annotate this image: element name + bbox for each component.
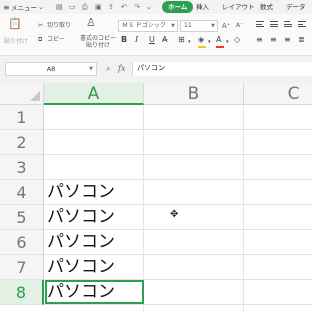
align-right-icon[interactable]: ≡: [284, 35, 291, 45]
fx-icon[interactable]: fx: [118, 63, 125, 75]
row-header-5[interactable]: 5: [0, 205, 44, 230]
fill-color-swatch: [198, 46, 206, 48]
cell-a5[interactable]: パソコン: [45, 205, 144, 229]
cell-a2[interactable]: [45, 130, 144, 154]
chevron-down-icon[interactable]: ▾: [188, 37, 191, 47]
save-icon[interactable]: ▤: [56, 3, 63, 11]
scissors-icon[interactable]: ✂: [38, 22, 43, 30]
copy-icon[interactable]: ⧉: [38, 36, 42, 44]
menu-bar: ≡ メニュー ⌄ ▤ ▭ ⎙ ▣ ⇪ ↶ ↷ ⌄ ホーム 挿入 レイアウト 数式…: [0, 0, 312, 14]
align-bottom-icon[interactable]: [284, 21, 292, 29]
align-left-icon[interactable]: ≡: [256, 35, 263, 45]
gridline: [44, 304, 312, 305]
row-header-7[interactable]: 7: [0, 255, 44, 280]
cell-a4[interactable]: パソコン: [45, 180, 144, 204]
hamburger-icon[interactable]: ≡: [3, 3, 10, 12]
format-painter-button[interactable]: 書式のコピー 貼り付け: [80, 35, 116, 49]
font-name-select[interactable]: ＭＳ Ｐゴシック ▼: [118, 20, 178, 32]
row-header-1[interactable]: 1: [0, 105, 44, 130]
row-header-3[interactable]: 3: [0, 155, 44, 180]
font-color-swatch: [216, 46, 224, 48]
chevron-down-icon[interactable]: ▾: [208, 37, 211, 47]
row-header-2[interactable]: 2: [0, 130, 44, 155]
justify-icon[interactable]: ≣: [298, 35, 305, 45]
cell-a1[interactable]: [45, 105, 144, 129]
cell-a3[interactable]: [45, 155, 144, 179]
chevron-down-icon[interactable]: ⌄: [146, 3, 152, 11]
chevron-down-icon: ▼: [211, 23, 215, 29]
ribbon-toolbar: 📋 貼り付け ✂ 切り取り ⧉ コピー ♙ 書式のコピー 貼り付け ＭＳ Ｐゴシ…: [0, 14, 312, 56]
cell-a7[interactable]: パソコン: [45, 255, 144, 279]
font-grow-button[interactable]: A⁺: [222, 22, 230, 30]
row-header-4[interactable]: 4: [0, 180, 44, 205]
select-all-corner[interactable]: [0, 83, 44, 105]
fill-color-icon[interactable]: ◈: [198, 35, 204, 45]
align-center-icon[interactable]: ≡: [270, 35, 277, 45]
font-size-select[interactable]: 11 ▼: [180, 20, 218, 32]
italic-button[interactable]: I: [135, 35, 138, 45]
menu-button[interactable]: メニュー: [11, 2, 37, 12]
tab-home[interactable]: ホーム: [162, 1, 194, 13]
bold-button[interactable]: B: [121, 35, 127, 45]
tab-data[interactable]: データ: [286, 1, 306, 13]
align-middle-icon[interactable]: [270, 21, 278, 29]
mouse-cursor-icon: ✥: [170, 209, 179, 220]
gridline: [243, 105, 244, 312]
name-box[interactable]: A8 ▼: [5, 62, 97, 76]
paste-button[interactable]: 貼り付け: [4, 38, 28, 46]
print-icon[interactable]: ⎙: [82, 3, 88, 11]
tab-layout[interactable]: レイアウト: [222, 1, 255, 13]
cell-a8-active[interactable]: パソコン: [45, 280, 144, 304]
formula-input[interactable]: パソコン: [132, 62, 312, 76]
row-header-8[interactable]: 8: [0, 280, 44, 305]
chevron-down-icon: ▼: [171, 23, 175, 29]
column-header-c[interactable]: C: [244, 83, 312, 105]
export-icon[interactable]: ⇪: [108, 3, 114, 11]
spreadsheet-grid: A B C 1 2 3 4 5 6 7 8 パソコン パソコン パソコン パソコ…: [0, 83, 312, 312]
chevron-down-icon[interactable]: ▾: [226, 37, 229, 47]
copy-button[interactable]: コピー: [47, 36, 65, 44]
align-top-icon[interactable]: [256, 21, 264, 29]
column-header-b[interactable]: B: [144, 83, 244, 105]
chevron-down-icon[interactable]: ⌄: [38, 3, 44, 11]
redo-icon[interactable]: ↷: [134, 3, 140, 11]
wrap-text-icon[interactable]: [298, 21, 306, 29]
print-preview-icon[interactable]: ▣: [95, 3, 102, 11]
chevron-down-icon[interactable]: ▼: [89, 63, 93, 75]
strikethrough-button[interactable]: A̶: [162, 35, 167, 45]
tab-formulas[interactable]: 数式: [260, 1, 273, 13]
borders-icon[interactable]: ⊞: [178, 35, 185, 45]
column-header-a[interactable]: A: [44, 83, 144, 105]
font-color-icon[interactable]: A: [216, 35, 221, 45]
paste-icon[interactable]: 📋: [8, 18, 22, 30]
undo-icon[interactable]: ↶: [121, 3, 127, 11]
open-folder-icon[interactable]: ▭: [69, 3, 76, 11]
tab-insert[interactable]: 挿入: [196, 1, 209, 13]
clear-format-icon[interactable]: ◇: [234, 35, 240, 45]
cut-button[interactable]: 切り取り: [47, 22, 71, 30]
zoom-search-icon[interactable]: ⌕: [106, 63, 110, 75]
cell-a6[interactable]: パソコン: [45, 230, 144, 254]
format-painter-icon[interactable]: ♙: [86, 17, 96, 29]
row-header-6[interactable]: 6: [0, 230, 44, 255]
underline-button[interactable]: U: [149, 35, 155, 45]
select-all-triangle-icon: [30, 91, 40, 101]
font-shrink-button[interactable]: A⁻: [236, 22, 243, 30]
